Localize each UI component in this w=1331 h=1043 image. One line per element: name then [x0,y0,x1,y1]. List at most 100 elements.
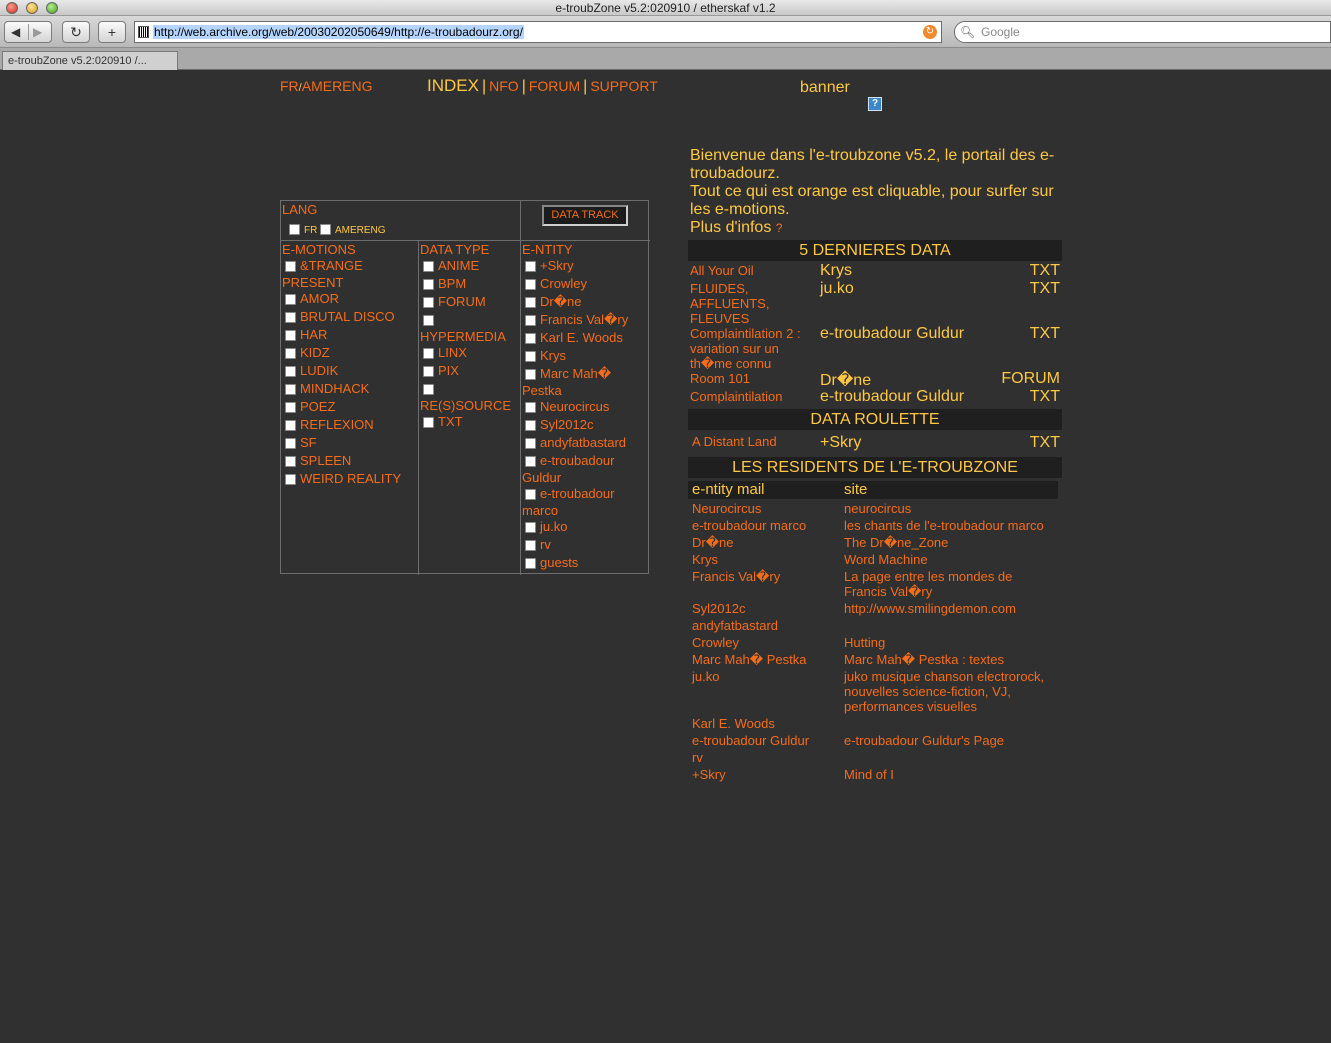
filter-emotion[interactable]: LUDIK [285,363,338,378]
filter-emotion[interactable]: POEZ [285,399,335,414]
filter-emotion[interactable]: REFLEXION [285,417,374,432]
resident-site-link[interactable]: The Dr�ne_Zone [844,535,1054,550]
resident-mail-link[interactable]: andyfatbastard [692,618,778,633]
data-title-link[interactable]: Complaintilation 2 : variation sur un th… [690,326,815,371]
filter-entity-label[interactable]: Guldur [522,470,561,485]
filter-entity[interactable]: e-troubadour [525,453,614,468]
filter-entity[interactable]: rv [525,537,551,552]
data-type-link[interactable]: FORUM [1001,370,1060,388]
resident-mail-link[interactable]: Syl2012c [692,601,745,616]
data-type-link[interactable]: TXT [1030,262,1060,280]
zoom-window-button[interactable] [46,2,58,14]
resident-mail-link[interactable]: Crowley [692,635,739,650]
data-author-link[interactable]: Dr�ne [820,370,871,390]
filter-emotion-label[interactable]: PRESENT [282,275,343,290]
data-title-link[interactable]: A Distant Land [692,434,817,449]
refresh-icon[interactable]: ↻ [923,25,937,39]
resident-site-link[interactable]: juko musique chanson electrorock, nouvel… [844,669,1054,714]
filter-emotion[interactable]: KIDZ [285,345,330,360]
data-author-link[interactable]: ju.ko [820,280,854,298]
data-title-link[interactable]: All Your Oil [690,263,815,278]
filter-entity[interactable]: Francis Val�ry [525,312,628,328]
data-author-link[interactable]: Krys [820,262,852,280]
data-type-link[interactable]: TXT [1030,434,1060,452]
filter-emotion[interactable]: BRUTAL DISCO [285,309,395,324]
resident-mail-link[interactable]: ju.ko [692,669,719,684]
resident-site-link[interactable]: les chants de l'e-troubadour marco [844,518,1054,533]
filter-entity[interactable]: Krys [525,348,566,363]
filter-entity[interactable]: Dr�ne [525,294,582,310]
resident-mail-link[interactable]: e-troubadour marco [692,518,806,533]
data-author-link[interactable]: +Skry [820,434,861,452]
lang-fr-link[interactable]: FR [280,78,299,94]
nav-index-link[interactable]: INDEX [427,76,479,95]
resident-site-link[interactable]: http://www.smilingdemon.com [844,601,1054,616]
filter-entity[interactable]: Crowley [525,276,587,291]
resident-site-link[interactable]: neurocircus [844,501,1054,516]
filter-emotion[interactable]: SPLEEN [285,453,351,468]
filter-datatype-label[interactable]: HYPERMEDIA [420,329,506,344]
data-author-link[interactable]: e-troubadour Guldur [820,325,964,343]
filter-datatype-checkbox[interactable] [423,312,438,327]
filter-datatype[interactable]: TXT [423,414,463,429]
forward-arrow-icon[interactable]: ▶ [33,25,42,39]
filter-entity[interactable]: andyfatbastard [525,435,626,450]
url-input[interactable]: http://web.archive.org/web/2003020205064… [134,21,942,43]
filter-emotion[interactable]: &TRANGE [285,258,363,273]
tab-active[interactable]: e-troubZone v5.2:020910 /... [2,51,178,70]
resident-mail-link[interactable]: rv [692,750,703,765]
filter-datatype[interactable]: LINX [423,345,467,360]
reload-button[interactable]: ↻ [62,21,90,43]
filter-entity[interactable]: guests [525,555,578,570]
more-info-link[interactable]: Plus d'infos [690,219,771,236]
search-input[interactable]: 🔍︎ Google [954,21,1331,43]
resident-site-link[interactable]: Hutting [844,635,1054,650]
data-type-link[interactable]: TXT [1030,280,1060,298]
filter-lang-ameng[interactable]: AMERENG [320,221,386,236]
nav-forum-link[interactable]: FORUM [529,78,580,94]
nav-support-link[interactable]: SUPPORT [590,78,657,94]
filter-emotion[interactable]: MINDHACK [285,381,369,396]
filter-emotion[interactable]: SF [285,435,317,450]
resident-mail-link[interactable]: Neurocircus [692,501,761,516]
minimize-window-button[interactable] [26,2,38,14]
resident-site-link[interactable]: Marc Mah� Pestka : textes [844,652,1054,667]
filter-datatype-label[interactable]: RE(S)SOURCE [420,398,511,413]
nav-nfo-link[interactable]: NFO [489,78,519,94]
back-arrow-icon[interactable]: ◀ [11,25,20,39]
add-bookmark-button[interactable]: + [98,21,126,43]
filter-datatype[interactable]: FORUM [423,294,486,309]
data-title-link[interactable]: Complaintilation [690,389,815,404]
resident-mail-link[interactable]: e-troubadour Guldur [692,733,809,748]
data-type-link[interactable]: TXT [1030,388,1060,406]
filter-emotion[interactable]: AMOR [285,291,339,306]
resident-mail-link[interactable]: Marc Mah� Pestka [692,652,806,668]
lang-ameng-link[interactable]: AMERENG [302,78,373,94]
resident-mail-link[interactable]: Krys [692,552,718,567]
resident-mail-link[interactable]: Karl E. Woods [692,716,775,731]
checkbox[interactable] [320,224,331,236]
resident-site-link[interactable]: e-troubadour Guldur's Page [844,733,1054,748]
filter-entity[interactable]: +Skry [525,258,574,273]
data-author-link[interactable]: e-troubadour Guldur [820,388,964,406]
data-track-button[interactable]: DATA TRACK [542,205,628,226]
resident-mail-link[interactable]: Dr�ne [692,535,734,551]
filter-datatype[interactable]: ANIME [423,258,479,273]
resident-site-link[interactable]: Word Machine [844,552,1054,567]
filter-entity-label[interactable]: marco [522,503,558,518]
filter-datatype-checkbox[interactable] [423,381,438,396]
filter-entity-label[interactable]: Pestka [522,383,562,398]
help-icon[interactable]: ? [776,221,783,235]
resident-site-link[interactable]: La page entre les mondes de Francis Val�… [844,569,1049,599]
filter-emotion[interactable]: WEIRD REALITY [285,471,401,486]
help-icon[interactable]: ? [868,97,882,111]
data-type-link[interactable]: TXT [1030,325,1060,343]
filter-entity[interactable]: ju.ko [525,519,567,534]
filter-entity[interactable]: Neurocircus [525,399,609,414]
filter-entity[interactable]: Marc Mah� [525,366,611,382]
checkbox[interactable] [289,224,300,236]
filter-lang-fr[interactable]: FR [289,221,317,236]
filter-datatype[interactable]: PIX [423,363,459,378]
close-window-button[interactable] [6,2,18,14]
filter-datatype[interactable]: BPM [423,276,466,291]
